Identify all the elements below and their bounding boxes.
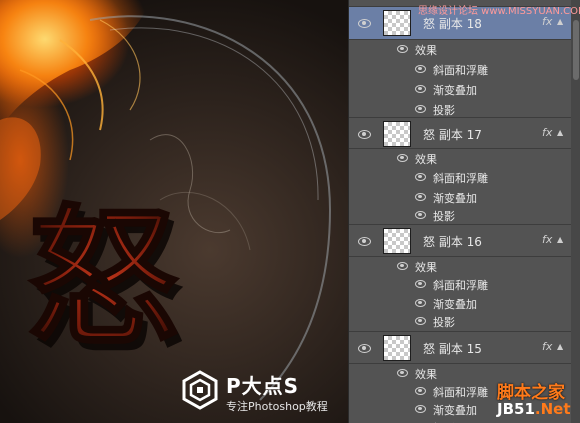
effect-label: 投影 xyxy=(433,210,455,223)
effects-row[interactable]: 效果 xyxy=(349,148,571,169)
watermark-tagline: 专注Photoshop教程 xyxy=(226,400,328,413)
effect-label: 渐变叠加 xyxy=(433,404,477,417)
effects-visibility-eye-icon[interactable] xyxy=(397,369,408,377)
visibility-eye-icon[interactable] xyxy=(358,19,371,28)
collapse-caret-icon[interactable]: ▲ xyxy=(557,235,563,244)
effect-label: 斜面和浮雕 xyxy=(433,172,488,185)
layer-thumbnail[interactable] xyxy=(383,228,411,254)
effect-label: 斜面和浮雕 xyxy=(433,279,488,292)
effect-visibility-eye-icon[interactable] xyxy=(415,211,426,219)
effect-row-bevel[interactable]: 斜面和浮雕 xyxy=(349,275,571,295)
layer-name[interactable]: 怒 副本 17 xyxy=(423,126,482,143)
fx-icon[interactable]: fx xyxy=(542,233,552,246)
collapse-caret-icon[interactable]: ▲ xyxy=(557,342,563,351)
pds-logo-icon xyxy=(182,370,218,410)
layer-row-copy-15[interactable]: 怒 副本 15 fx ▲ xyxy=(349,331,571,364)
effect-label: 斜面和浮雕 xyxy=(433,64,488,77)
effects-visibility-eye-icon[interactable] xyxy=(397,154,408,162)
effect-visibility-eye-icon[interactable] xyxy=(415,105,426,113)
effects-label: 效果 xyxy=(415,44,437,57)
layer-thumbnail[interactable] xyxy=(383,121,411,147)
effect-row-shadow[interactable]: 投影 xyxy=(349,312,571,332)
artwork-canvas: 怒 怒 P大点S 专注Photoshop教程 xyxy=(0,0,348,423)
collapse-caret-icon[interactable]: ▲ xyxy=(557,17,563,26)
effect-row-gradient[interactable]: 渐变叠加 xyxy=(349,294,571,314)
effect-row-bevel[interactable]: 斜面和浮雕 xyxy=(349,60,571,80)
layer-name[interactable]: 怒 副本 16 xyxy=(423,233,482,250)
effect-label: 渐变叠加 xyxy=(433,298,477,311)
site-watermark-top: 思缘设计论坛 www.MISSYUAN.COM xyxy=(418,6,580,17)
effect-visibility-eye-icon[interactable] xyxy=(415,317,426,325)
effect-label: 投影 xyxy=(433,104,455,117)
site-tld-text: .Net xyxy=(534,400,571,418)
layer-thumbnail[interactable] xyxy=(383,335,411,361)
site-domain-text: JB51 xyxy=(497,400,535,418)
effects-visibility-eye-icon[interactable] xyxy=(397,262,408,270)
effect-visibility-eye-icon[interactable] xyxy=(415,299,426,307)
layers-scrollbar[interactable] xyxy=(571,0,580,423)
visibility-eye-icon[interactable] xyxy=(358,237,371,246)
fx-icon[interactable]: fx xyxy=(542,126,552,139)
visibility-eye-icon[interactable] xyxy=(358,130,371,139)
effects-label: 效果 xyxy=(415,368,437,381)
effect-label: 渐变叠加 xyxy=(433,84,477,97)
effect-visibility-eye-icon[interactable] xyxy=(415,173,426,181)
site-watermark-domain: JB51.Net xyxy=(497,400,571,418)
effect-label: 渐变叠加 xyxy=(433,192,477,205)
layer-row-copy-17[interactable]: 怒 副本 17 fx ▲ xyxy=(349,117,571,150)
effect-visibility-eye-icon[interactable] xyxy=(415,193,426,201)
effects-label: 效果 xyxy=(415,261,437,274)
fx-icon[interactable]: fx xyxy=(542,340,552,353)
layers-panel: 怒 副本 18 fx ▲ 效果 斜面和浮雕 渐变叠加 投影 怒 副本 17 fx… xyxy=(348,0,580,423)
effect-row-shadow[interactable]: 投影 xyxy=(349,206,571,226)
artwork-illustration: 怒 怒 xyxy=(0,0,332,401)
effects-visibility-eye-icon[interactable] xyxy=(397,45,408,53)
effect-visibility-eye-icon[interactable] xyxy=(415,65,426,73)
effect-visibility-eye-icon[interactable] xyxy=(415,280,426,288)
effect-row-bevel[interactable]: 斜面和浮雕 xyxy=(349,168,571,188)
effects-row[interactable]: 效果 xyxy=(349,256,571,277)
glyph-anger: 怒 xyxy=(28,192,178,366)
watermark: P大点S 专注Photoshop教程 xyxy=(180,370,348,416)
collapse-caret-icon[interactable]: ▲ xyxy=(557,128,563,137)
effect-row-gradient[interactable]: 渐变叠加 xyxy=(349,188,571,208)
effect-visibility-eye-icon[interactable] xyxy=(415,85,426,93)
layer-name[interactable]: 怒 副本 15 xyxy=(423,340,482,357)
effect-visibility-eye-icon[interactable] xyxy=(415,405,426,413)
layer-thumbnail[interactable] xyxy=(383,10,411,36)
effect-row-shadow[interactable]: 投影 xyxy=(349,418,571,423)
effects-label: 效果 xyxy=(415,153,437,166)
effects-row[interactable]: 效果 xyxy=(349,39,571,60)
effect-label: 斜面和浮雕 xyxy=(433,386,488,399)
watermark-brand: P大点S xyxy=(226,374,300,398)
layer-name[interactable]: 怒 副本 18 xyxy=(423,15,482,32)
effect-row-gradient[interactable]: 渐变叠加 xyxy=(349,80,571,100)
effect-label: 投影 xyxy=(433,316,455,329)
effect-visibility-eye-icon[interactable] xyxy=(415,387,426,395)
visibility-eye-icon[interactable] xyxy=(358,344,371,353)
layer-row-copy-16[interactable]: 怒 副本 16 fx ▲ xyxy=(349,224,571,257)
scrollbar-thumb[interactable] xyxy=(573,20,579,80)
